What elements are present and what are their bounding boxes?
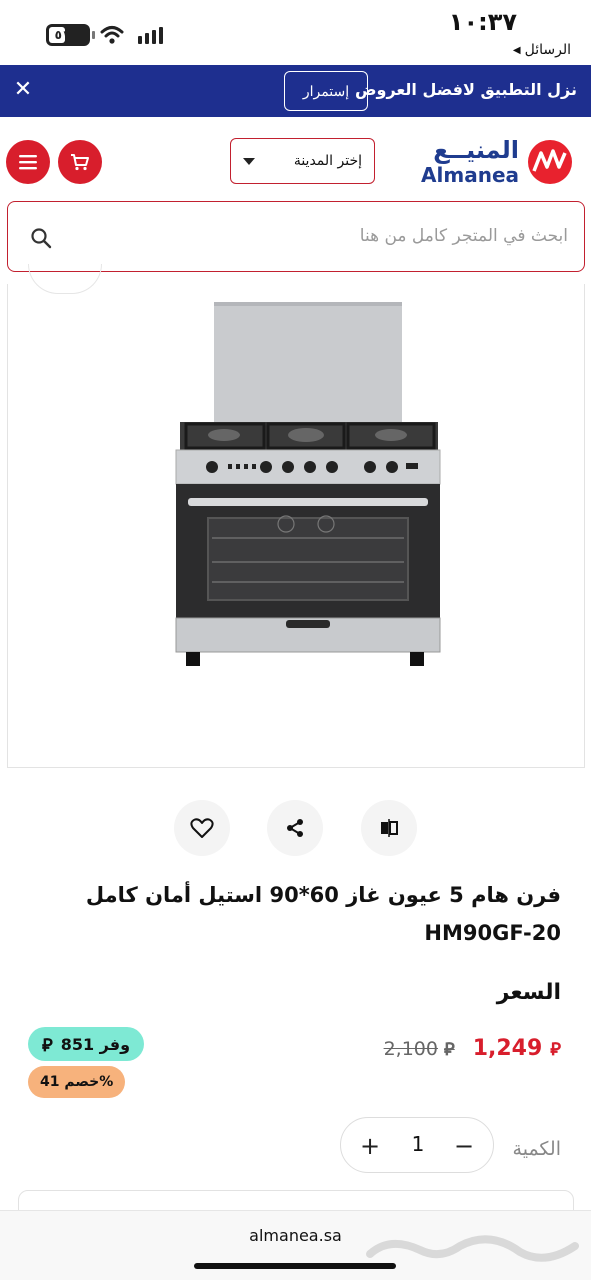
site-header: المنيــع Almanea إختر المدينة: [0, 118, 591, 200]
back-app-label: الرسائل: [524, 42, 571, 58]
wishlist-button[interactable]: [174, 800, 230, 856]
logo-mark-icon: [528, 139, 572, 184]
product-title: فرن هام 5 عيون غاز 60*90 استيل أمان كامل…: [85, 883, 561, 945]
back-arrow-icon: ◀: [512, 44, 521, 56]
wifi-icon: [100, 26, 124, 44]
close-icon[interactable]: ✕: [12, 79, 34, 101]
original-price-value: 2,100: [383, 1037, 438, 1060]
menu-button[interactable]: [6, 140, 50, 184]
app-promo-banner: ✕ إستمرار نزل التطبيق لافضل العروض: [0, 65, 591, 117]
promo-text: نزل التطبيق لافضل العروض: [354, 80, 577, 99]
search-bar: [7, 201, 585, 272]
product-actions: [0, 800, 591, 858]
chevron-down-icon: [243, 157, 255, 165]
city-select[interactable]: إختر المدينة: [230, 138, 375, 184]
minus-icon: −: [453, 1132, 475, 1160]
quantity-value: 1: [411, 1132, 425, 1156]
almanea-logo[interactable]: المنيــع Almanea: [421, 138, 573, 185]
menu-icon: [19, 155, 37, 170]
battery-icon: ٥١: [46, 24, 95, 46]
search-input[interactable]: [58, 216, 568, 256]
share-icon: [287, 819, 303, 837]
city-select-label: إختر المدينة: [293, 153, 362, 169]
compare-icon: [381, 819, 398, 837]
product-image-card: [7, 264, 585, 768]
watermark-icon: [366, 1235, 579, 1262]
quantity-increase-button[interactable]: +: [345, 1118, 395, 1174]
savings-badge: وفر 851 ⃁: [28, 1027, 145, 1061]
price-row: ⃁ 1,249 ⃁ 2,100: [384, 1036, 561, 1061]
status-time: ١٠:٣٧: [448, 8, 517, 36]
plus-icon: +: [359, 1132, 381, 1160]
discount-badge: خصم 41%: [28, 1066, 126, 1098]
quantity-decrease-button[interactable]: −: [439, 1118, 489, 1174]
back-to-app-link[interactable]: ◀ الرسائل: [513, 42, 571, 58]
compare-button[interactable]: [361, 800, 417, 856]
current-price-value: 1,249: [472, 1036, 543, 1061]
product-image[interactable]: [166, 302, 442, 670]
cart-icon: [71, 154, 89, 171]
cart-button[interactable]: [58, 140, 102, 184]
savings-text: وفر 851: [60, 1034, 131, 1054]
logo-arabic-text: المنيــع: [433, 136, 519, 164]
logo-english-text: Almanea: [421, 163, 519, 187]
riyal-icon: ⃁: [550, 1039, 561, 1060]
riyal-icon: ⃁: [444, 1039, 455, 1060]
price-label: السعر: [496, 980, 561, 1005]
search-icon[interactable]: [30, 227, 52, 249]
riyal-icon: ⃁: [42, 1034, 53, 1056]
battery-level: ٥١: [54, 28, 70, 42]
quantity-stepper: + 1 −: [340, 1117, 494, 1173]
cellular-signal-icon: [138, 26, 163, 44]
current-price: ⃁ 1,249: [473, 1036, 561, 1061]
original-price: ⃁ 2,100: [383, 1037, 455, 1061]
status-bar: ١٠:٣٧ ◀ الرسائل ٥١: [0, 0, 591, 64]
quantity-label: الكمية: [512, 1138, 561, 1160]
heart-icon: [190, 818, 214, 838]
share-button[interactable]: [267, 800, 323, 856]
